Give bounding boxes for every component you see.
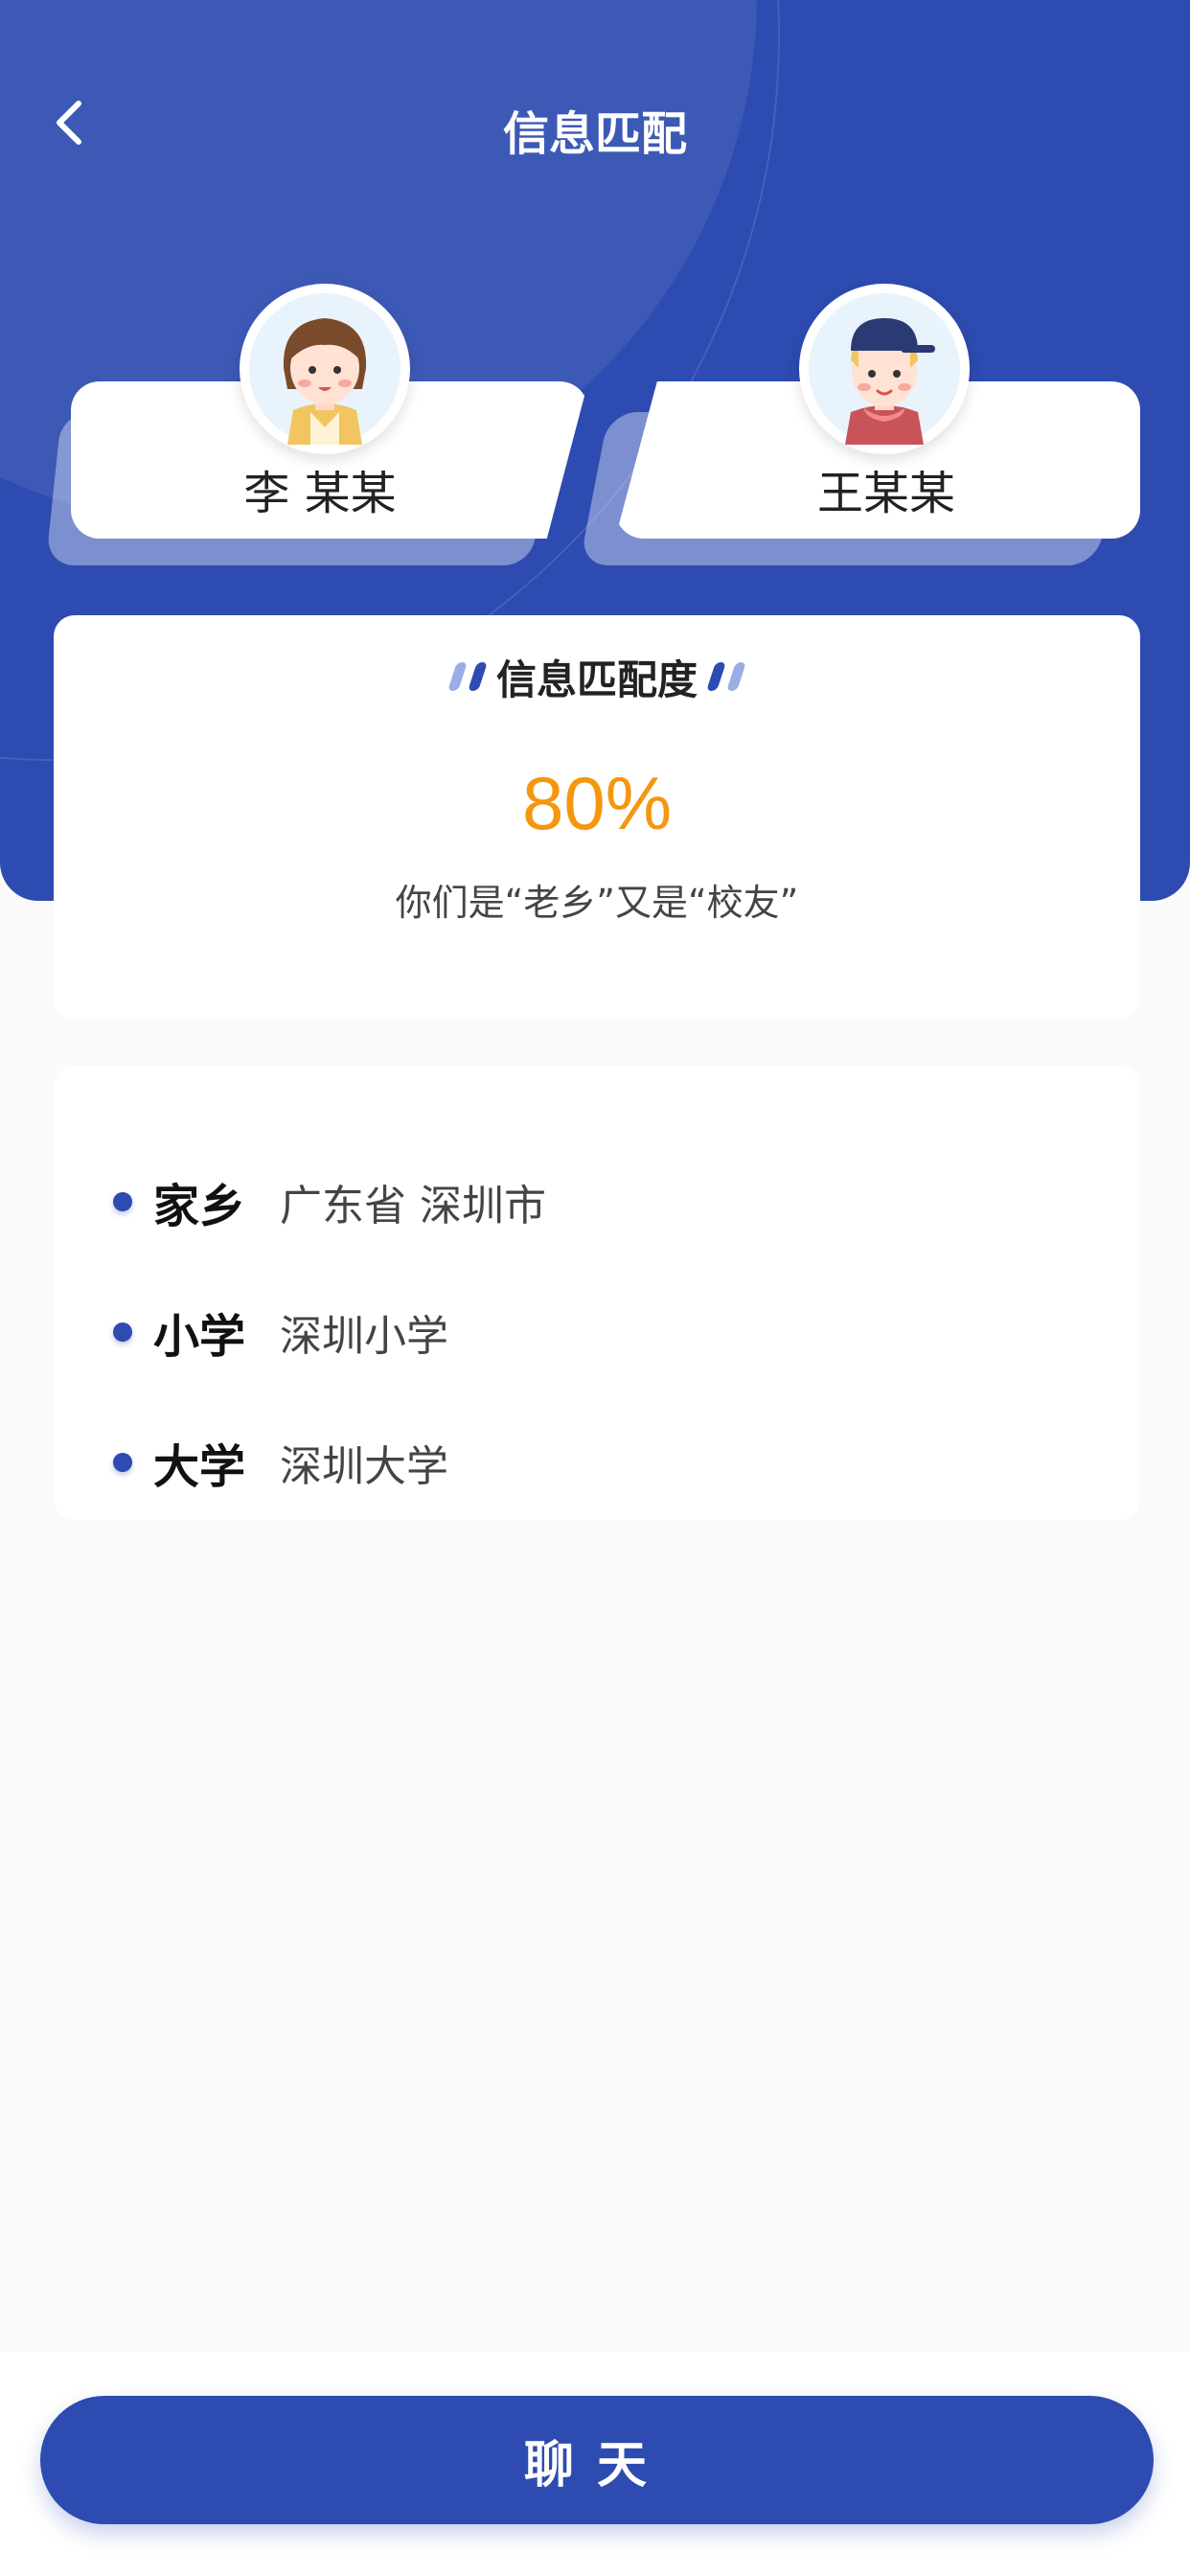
match-percentage: 80%	[521, 761, 673, 845]
info-value: 深圳大学	[280, 1442, 449, 1491]
match-title: 信息匹配度	[495, 656, 698, 703]
info-label: 家乡	[153, 1180, 246, 1233]
chat-button[interactable]: 聊天	[40, 2396, 1154, 2524]
info-row-university: 大学 深圳大学	[113, 1424, 448, 1501]
match-card: 信息匹配度 80% 你们是“老乡”又是“校友”	[54, 615, 1140, 1020]
info-row-hometown: 家乡 广东省 深圳市	[113, 1163, 546, 1240]
bullet-dot	[113, 1453, 132, 1472]
info-card: 家乡 广东省 深圳市 小学 深圳小学 大学 深圳大学	[54, 1066, 1140, 1520]
info-row-primary-school: 小学 深圳小学	[113, 1294, 448, 1370]
user-name-left: 李 某某	[243, 467, 397, 520]
avatar-female-icon	[240, 284, 410, 454]
slash-decoration-right	[706, 662, 746, 691]
info-value: 深圳小学	[280, 1312, 449, 1361]
info-label: 小学	[153, 1310, 246, 1364]
page-title: 信息匹配	[502, 107, 687, 161]
bullet-dot	[113, 1192, 132, 1211]
user-name-right: 王某某	[816, 467, 955, 520]
match-description: 你们是“老乡”又是“校友”	[395, 882, 799, 924]
slash-decoration-left	[447, 662, 488, 691]
info-value: 广东省 深圳市	[280, 1182, 547, 1230]
bullet-dot	[113, 1322, 132, 1342]
match-title-row: 信息匹配度	[54, 648, 1140, 705]
avatar-male-cap-icon	[799, 284, 970, 454]
info-label: 大学	[153, 1440, 246, 1494]
